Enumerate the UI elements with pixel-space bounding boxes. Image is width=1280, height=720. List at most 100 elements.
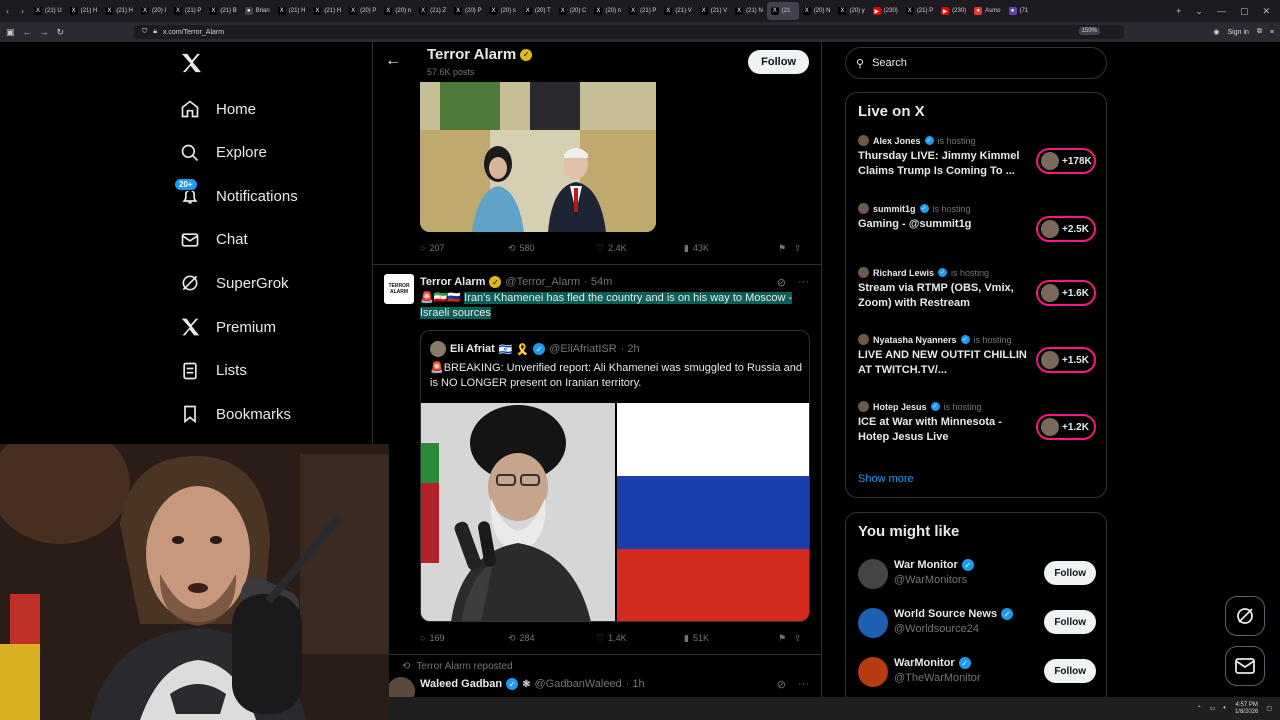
avatar[interactable] xyxy=(858,559,888,589)
browser-tab[interactable]: X (21) V xyxy=(696,2,731,20)
reposted-by-label[interactable]: Terror Alarm reposted xyxy=(416,661,512,672)
grok-icon[interactable]: ⊘ xyxy=(777,678,786,691)
reload-button[interactable]: ↻ xyxy=(57,27,65,38)
bookmark-button[interactable]: ⚑ xyxy=(778,633,794,644)
volume-icon[interactable]: 🔈︎ xyxy=(1223,705,1227,712)
quote-image[interactable] xyxy=(421,403,809,621)
avatar[interactable] xyxy=(858,657,888,687)
share-button[interactable]: ⇪ xyxy=(794,633,810,644)
grok-icon[interactable]: ⊘ xyxy=(777,276,786,289)
suggested-account[interactable]: World Source News ✓ @Worldsource24 Follow xyxy=(858,604,1098,644)
listener-count[interactable]: +2.5K xyxy=(1036,216,1096,242)
views-button[interactable]: ▮ 51K xyxy=(684,633,778,644)
browser-tab[interactable]: X (21) P xyxy=(170,2,205,20)
x-logo-icon[interactable] xyxy=(180,52,202,80)
browser-tab[interactable]: X (20) n xyxy=(380,2,415,20)
browser-tab[interactable]: ▶ (230) xyxy=(869,2,902,20)
reply-button[interactable]: ○ 169 xyxy=(420,633,508,643)
live-item[interactable]: summit1g ✓ is hosting Gaming - @summit1g +2.… xyxy=(858,203,1098,259)
live-item[interactable]: Alex Jones ✓ is hosting Thursday LIVE: Jimm… xyxy=(858,135,1098,191)
more-options-icon[interactable]: ··· xyxy=(798,276,809,289)
like-button[interactable]: ♡ 1.4K xyxy=(596,633,684,644)
browser-tab[interactable]: X (20) P xyxy=(450,2,485,20)
post-image[interactable] xyxy=(420,82,656,232)
browser-tab[interactable]: X (20) N xyxy=(799,2,835,20)
live-item[interactable]: Hotep Jesus ✓ is hosting ICE at War with Mi… xyxy=(858,401,1098,457)
show-more-link[interactable]: Show more xyxy=(858,473,914,485)
menu-icon[interactable]: ≡ xyxy=(1270,29,1274,36)
nav-item-premium[interactable]: Premium xyxy=(180,312,276,342)
nav-item-bookmarks[interactable]: Bookmarks xyxy=(180,399,291,429)
nav-item-supergrok[interactable]: SuperGrok xyxy=(180,268,289,298)
follow-button[interactable]: Follow xyxy=(1044,610,1096,634)
sidebar-toggle-icon[interactable]: ▣ xyxy=(6,27,15,38)
author-handle[interactable]: @Terror_Alarm xyxy=(505,276,580,288)
author-handle[interactable]: @GadbanWaleed xyxy=(535,678,622,690)
browser-tab[interactable]: X (21) U xyxy=(30,2,66,20)
nav-item-home[interactable]: Home xyxy=(180,94,256,124)
new-tab-button[interactable]: + xyxy=(1176,6,1181,16)
browser-tab[interactable]: X (21) H xyxy=(309,2,345,20)
nav-item-explore[interactable]: Explore xyxy=(180,138,267,168)
browser-tab[interactable]: X (20) s xyxy=(485,2,519,20)
chevron-up-icon[interactable]: ⌃ xyxy=(1197,705,1202,712)
browser-tab[interactable]: ● Brian xyxy=(241,2,274,20)
nav-item-notifications[interactable]: 20+ Notifications xyxy=(174,178,298,211)
grok-float-button[interactable] xyxy=(1225,596,1265,636)
browser-tab[interactable]: X (20) T xyxy=(520,2,555,20)
quoted-post[interactable]: Eli Afriat 🇮🇱 🎗️ ✓ @EliAfriatISR · 2h 🚨B… xyxy=(420,330,810,622)
like-button[interactable]: ♡ 2.4K xyxy=(596,243,684,254)
minimize-button[interactable]: — xyxy=(1217,6,1226,16)
nav-item-lists[interactable]: Lists xyxy=(180,356,247,386)
notification-icon[interactable]: ▢ xyxy=(1266,705,1272,712)
more-options-icon[interactable]: ··· xyxy=(798,678,809,691)
browser-tab[interactable]: X (21 xyxy=(766,2,799,20)
listener-count[interactable]: +1.2K xyxy=(1036,414,1096,440)
avatar[interactable] xyxy=(858,608,888,638)
follow-button[interactable]: Follow xyxy=(748,50,809,74)
forward-button[interactable]: → xyxy=(40,27,49,37)
suggested-account[interactable]: War Monitor ✓ @WarMonitors Follow xyxy=(858,555,1098,595)
listener-count[interactable]: +1.5K xyxy=(1036,347,1096,373)
browser-tab[interactable]: X (21) H xyxy=(66,2,102,20)
back-arrow-icon[interactable]: ← xyxy=(385,52,401,70)
post-time[interactable]: · 1h xyxy=(626,678,645,690)
repost-button[interactable]: ⟲ 580 xyxy=(508,243,596,254)
account-icon[interactable]: ◉ xyxy=(1213,28,1219,36)
post-time[interactable]: · 54m xyxy=(584,276,612,288)
browser-tab[interactable]: X (20) y xyxy=(834,2,868,20)
browser-tab[interactable]: X (20) n xyxy=(590,2,625,20)
listener-count[interactable]: +178K xyxy=(1036,148,1096,174)
maximize-button[interactable]: ▢ xyxy=(1240,6,1249,17)
avatar[interactable]: TERROR ALARM xyxy=(384,274,414,304)
browser-tab[interactable]: X (20) P xyxy=(345,2,380,20)
listener-count[interactable]: +1.6K xyxy=(1036,280,1096,306)
close-window-button[interactable]: ✕ xyxy=(1262,6,1270,17)
browser-tab[interactable]: X (21) B xyxy=(205,2,240,20)
nav-item-chat[interactable]: Chat xyxy=(180,225,248,255)
follow-button[interactable]: Follow xyxy=(1044,561,1096,585)
network-icon[interactable]: ▭ xyxy=(1210,705,1216,712)
browser-tab[interactable]: ▶ (230) xyxy=(937,2,970,20)
live-item[interactable]: Richard Lewis ✓ is hosting Stream via RTMP … xyxy=(858,267,1098,323)
author-name[interactable]: Waleed Gadban xyxy=(420,678,502,690)
extensions-icon[interactable]: ⧉ xyxy=(1257,28,1262,36)
browser-tab[interactable]: X (21) H xyxy=(101,2,137,20)
tab-list-button[interactable]: ⌄ xyxy=(1195,6,1203,17)
bookmark-button[interactable]: ⚑ xyxy=(778,243,794,254)
zoom-level[interactable]: 150% xyxy=(1078,27,1100,35)
follow-button[interactable]: Follow xyxy=(1044,659,1096,683)
views-button[interactable]: ▮ 43K xyxy=(684,243,778,254)
browser-tab[interactable]: X (21) P xyxy=(625,2,660,20)
browser-tab[interactable]: X (21) N xyxy=(731,2,767,20)
sign-in-link[interactable]: Sign in xyxy=(1228,29,1249,36)
repost-button[interactable]: ⟲ 284 xyxy=(508,633,596,644)
share-button[interactable]: ⇪ xyxy=(794,243,810,254)
search-input[interactable]: ⚲ Search xyxy=(845,47,1107,79)
reply-button[interactable]: ○ 207 xyxy=(420,243,508,253)
author-name[interactable]: Terror Alarm xyxy=(420,276,485,288)
url-bar[interactable]: ⛉ 🔒︎ x.com/Terror_Alarm 150% xyxy=(134,25,1124,39)
tab-scroll-arrows[interactable]: ‹ › xyxy=(0,6,30,16)
browser-tab[interactable]: ● Asmo xyxy=(970,2,1004,20)
suggested-account[interactable]: WarMonitor ✓ @TheWarMonitor Follow xyxy=(858,653,1098,693)
